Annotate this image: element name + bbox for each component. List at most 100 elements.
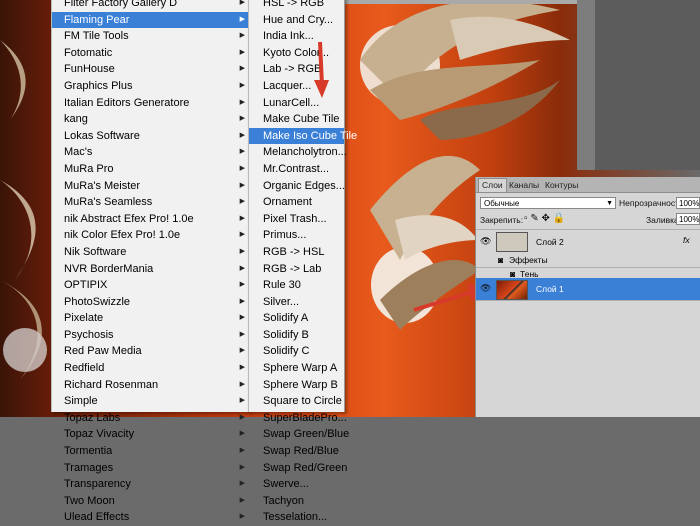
menu-item[interactable]: Swerve... [249,476,344,493]
layer-row-2[interactable]: 👁 Слой 2 fx [476,229,700,255]
menu-item[interactable]: Red Paw Media ▶ [52,343,249,360]
chevron-right-icon: ▶ [239,32,245,40]
menu-item-label: SuperBladePro... [263,411,347,424]
menu-item-label: Swap Red/Blue [263,445,339,458]
menu-item[interactable]: RGB -> HSL [249,244,344,261]
menu-item[interactable]: Solidify C [249,343,344,360]
menu-item[interactable]: Two Moon ▶ [52,493,249,510]
menu-item[interactable]: Organic Edges... [249,178,345,195]
lock-icons[interactable]: ▫ ✎ ✥ 🔒 [524,213,565,224]
menu-item[interactable]: Tesselation... [249,509,344,526]
menu-item[interactable]: Swap Green/Blue [249,426,349,443]
menu-item[interactable]: MuRa Pro ▶ [52,161,249,178]
menu-item[interactable]: FM Tile Tools ▶ [52,28,249,45]
menu-item-label: Pixelate [64,312,104,325]
menu-item-label: Topaz Vivacity [64,428,135,441]
menu-item[interactable]: Swap Red/Blue [249,443,344,460]
menu-item[interactable]: Graphics Plus ▶ [52,78,249,95]
menu-item-label: PhotoSwizzle [64,295,131,308]
menu-item-label: India Ink... [263,30,314,43]
menu-item-label: Make Cube Tile [263,113,340,126]
menu-item[interactable]: Pixelate ▶ [52,310,249,327]
menu-item[interactable]: nik Abstract Efex Pro! 1.0e ▶ [52,211,249,228]
menu-item[interactable]: Rule 30 [249,277,344,294]
menu-item-label: Solidify B [263,328,309,341]
chevron-right-icon: ▶ [239,65,245,73]
menu-item[interactable]: Solidify B [249,327,344,344]
chevron-right-icon: ▶ [239,131,245,139]
menu-item-label: Square to Circle [263,395,342,408]
menu-item[interactable]: Pixel Trash... [249,211,344,228]
menu-item[interactable]: HSL -> RGB [249,0,344,12]
menu-item[interactable]: Tramages ▶ [52,460,249,477]
menu-item[interactable]: MuRa's Seamless ▶ [52,194,249,211]
menu-item[interactable]: Solidify A [249,310,344,327]
blend-mode-select[interactable]: Обычные ▼ [480,197,616,209]
menu-item[interactable]: Simple ▶ [52,393,249,410]
menu-item[interactable]: Ulead Effects ▶ [52,509,249,526]
menu-item[interactable]: Transparency ▶ [52,476,249,493]
menu-item[interactable]: PhotoSwizzle ▶ [52,294,249,311]
menu-item[interactable]: Make Cube Tile [249,111,344,128]
menu-item-label: Swap Green/Blue [263,428,350,441]
menu-item[interactable]: Sphere Warp B [249,377,344,394]
menu-item-label: Transparency [64,478,131,491]
menu-item[interactable]: Hue and Cry... [249,12,344,29]
menu-item[interactable]: OPTIPIX ▶ [52,277,249,294]
menu-item-label: Lacquer... [263,79,312,92]
menu-item[interactable]: Redfield ▶ [52,360,249,377]
menu-item[interactable]: Nik Software ▶ [52,244,249,261]
menu-item[interactable]: Topaz Vivacity ▶ [52,426,249,443]
tab-paths[interactable]: Контуры [542,179,581,192]
menu-item[interactable]: Fotomatic ▶ [52,45,249,62]
menu-item[interactable]: Flaming Pear ▶ [52,11,249,29]
menu-item[interactable]: Silver... [249,294,344,311]
menu-item[interactable]: nik Color Efex Pro! 1.0e ▶ [52,227,249,244]
menu-item[interactable]: Sphere Warp A [249,360,344,377]
menu-item-label: Solidify C [263,345,310,358]
fx-icon[interactable]: fx [683,235,690,245]
menu-item[interactable]: Lokas Software ▶ [52,128,249,145]
chevron-right-icon: ▶ [239,513,245,521]
menu-item[interactable]: Swap Red/Green [249,460,347,477]
menu-item-label: Tramages [64,461,114,474]
menu-item[interactable]: Primus... [249,227,344,244]
menu-item[interactable]: SuperBladePro... [249,410,347,427]
tab-layers[interactable]: Слои [478,178,507,192]
menu-item-label: Graphics Plus [64,79,133,92]
layer-1-name: Слой 1 [536,284,564,294]
lock-label: Закрепить: [480,215,524,225]
menu-item[interactable]: Topaz Labs ▶ [52,410,249,427]
menu-item[interactable]: Make Iso Cube Tile [249,127,357,145]
effects-row[interactable]: ◙ Эффекты [476,254,700,268]
layer-2-thumbnail [496,232,528,252]
menu-item[interactable]: RGB -> Lab [249,261,344,278]
menu-item[interactable]: FunHouse ▶ [52,61,249,78]
layers-empty-area [476,301,700,417]
menu-item[interactable]: Square to Circle [249,393,344,410]
tab-channels[interactable]: Каналы [506,179,542,192]
menu-item[interactable]: Filter Factory Gallery D ▶ [52,0,249,12]
menu-item[interactable]: Tachyon [249,493,344,510]
chevron-right-icon: ▶ [239,164,245,172]
menu-item[interactable]: Tormentia ▶ [52,443,249,460]
menu-item[interactable]: Richard Rosenman ▶ [52,377,249,394]
menu-item[interactable]: Mac's ▶ [52,144,249,161]
menu-item[interactable]: Ornament [249,194,344,211]
menu-item[interactable]: Italian Editors Generatore ▶ [52,95,249,112]
menu-item[interactable]: NVR BorderMania ▶ [52,261,249,278]
menu-item[interactable]: kang ▶ [52,111,249,128]
menu-item[interactable]: Mr.Contrast... [249,161,344,178]
menu-item-label: Sphere Warp B [263,378,338,391]
opacity-input[interactable]: 100% [676,197,700,209]
eye-icon[interactable]: 👁 [480,283,491,294]
menu-item[interactable]: Melancholytron... [249,144,347,161]
menu-item[interactable]: Psychosis ▶ [52,327,249,344]
chevron-right-icon: ▶ [239,214,245,222]
eye-icon[interactable]: 👁 [480,236,491,247]
menu-item-label: Make Iso Cube Tile [263,129,358,142]
menu-item[interactable]: MuRa's Meister ▶ [52,178,249,195]
fill-input[interactable]: 100% [676,213,700,225]
layer-row-1[interactable]: 👁 Слой 1 [476,278,700,301]
blend-mode-value: Обычные [484,199,520,208]
